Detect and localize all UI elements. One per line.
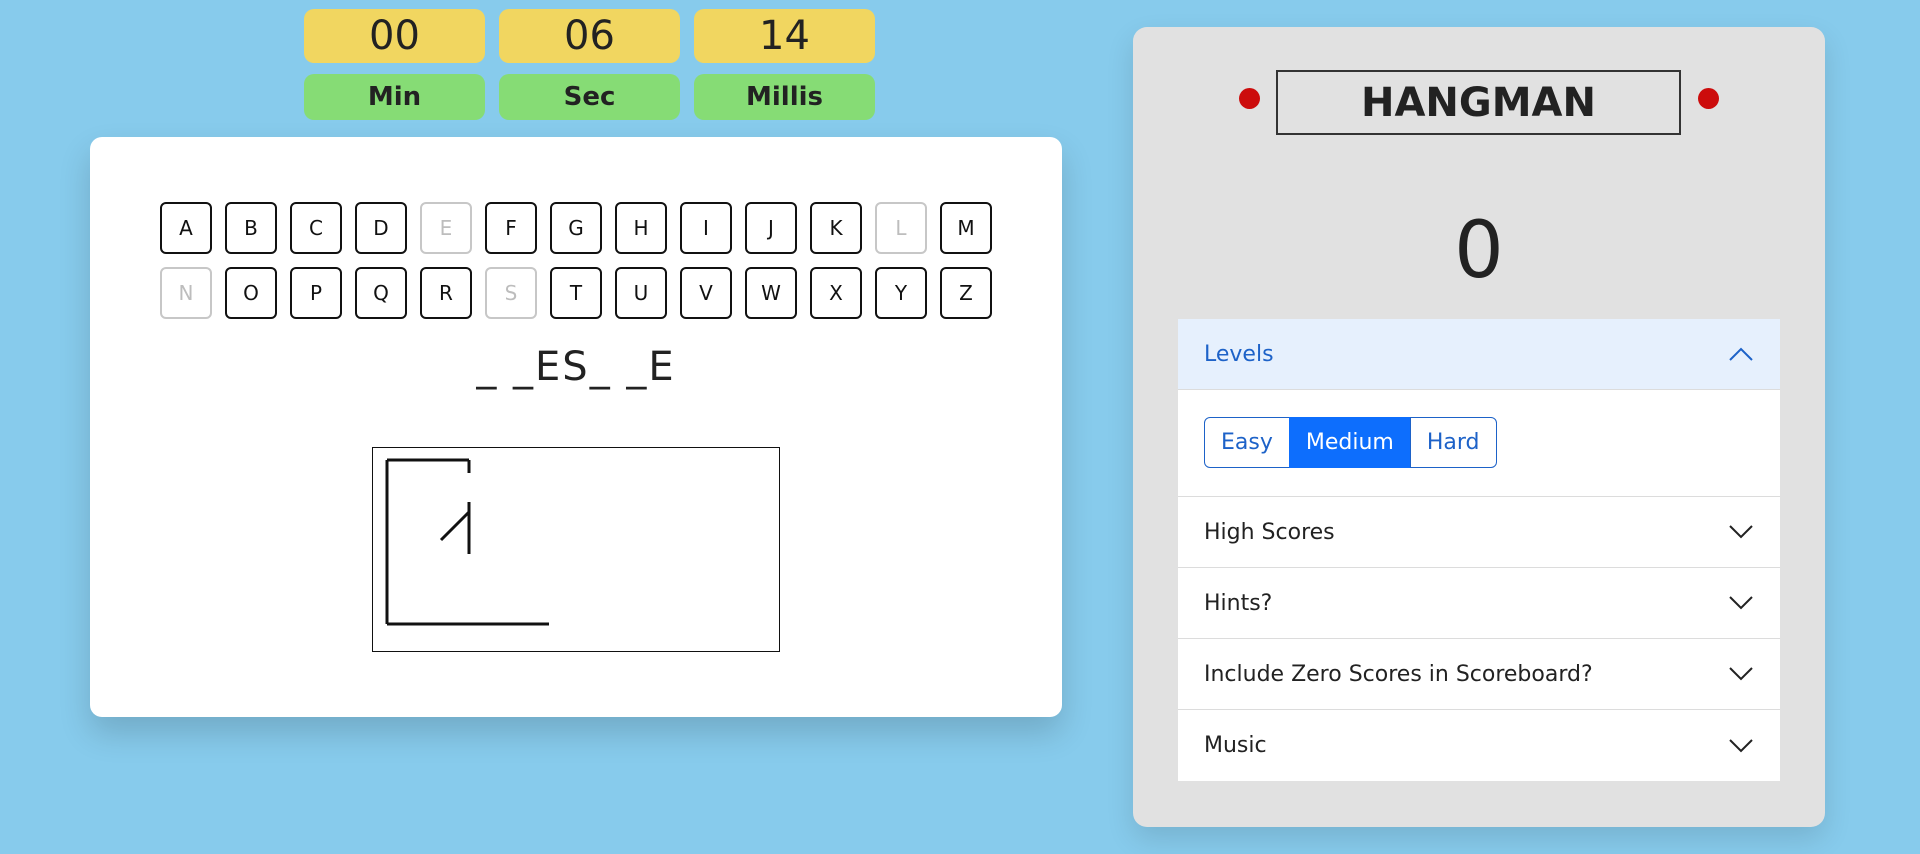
zero-scores-header[interactable]: Include Zero Scores in Scoreboard? [1178,639,1780,710]
key-o[interactable]: O [225,267,277,319]
timer: 00 Min 06 Sec 14 Millis [304,9,875,120]
letter-keyboard: ABCDEFGHIJKLM NOPQRSTUVWXYZ [160,202,992,319]
key-e[interactable]: E [420,202,472,254]
key-f[interactable]: F [485,202,537,254]
music-label: Music [1204,733,1267,758]
high-scores-header[interactable]: High Scores [1178,497,1780,568]
key-s[interactable]: S [485,267,537,319]
level-hard-button[interactable]: Hard [1409,417,1497,468]
key-n[interactable]: N [160,267,212,319]
key-u[interactable]: U [615,267,667,319]
timer-minutes-label: Min [304,74,485,120]
key-y[interactable]: Y [875,267,927,319]
key-v[interactable]: V [680,267,732,319]
chevron-down-icon [1729,596,1753,610]
timer-seconds: 06 Sec [499,9,680,120]
timer-minutes-value: 00 [304,9,485,63]
key-d[interactable]: D [355,202,407,254]
key-w[interactable]: W [745,267,797,319]
chevron-down-icon [1729,667,1753,681]
timer-millis-value: 14 [694,9,875,63]
key-c[interactable]: C [290,202,342,254]
hangman-arm [439,510,471,542]
levels-label: Levels [1204,341,1274,367]
key-l[interactable]: L [875,202,927,254]
level-button-group: Easy Medium Hard [1204,417,1497,468]
game-card: ABCDEFGHIJKLM NOPQRSTUVWXYZ _ _ES_ _E [90,137,1062,717]
game-title: HANGMAN [1276,70,1681,135]
page: 00 Min 06 Sec 14 Millis ABCDEFGHIJKLM NOP… [0,0,1920,854]
timer-seconds-label: Sec [499,74,680,120]
timer-millis-label: Millis [694,74,875,120]
key-r[interactable]: R [420,267,472,319]
levels-panel: Easy Medium Hard [1178,390,1780,497]
key-b[interactable]: B [225,202,277,254]
key-m[interactable]: M [940,202,992,254]
gallows-svg [385,458,549,626]
level-easy-button[interactable]: Easy [1204,417,1290,468]
key-h[interactable]: H [615,202,667,254]
key-q[interactable]: Q [355,267,407,319]
indicator-light-right [1698,88,1719,109]
settings-accordion: Levels Easy Medium Hard High Scores Hint… [1178,319,1780,781]
music-header[interactable]: Music [1178,710,1780,781]
key-g[interactable]: G [550,202,602,254]
key-k[interactable]: K [810,202,862,254]
hints-header[interactable]: Hints? [1178,568,1780,639]
level-medium-button[interactable]: Medium [1288,417,1411,468]
score-value: 0 [1454,206,1504,296]
zero-scores-label: Include Zero Scores in Scoreboard? [1204,661,1593,687]
indicator-light-left [1239,88,1260,109]
timer-millis: 14 Millis [694,9,875,120]
hints-label: Hints? [1204,590,1273,616]
chevron-up-icon [1729,347,1753,361]
key-j[interactable]: J [745,202,797,254]
key-t[interactable]: T [550,267,602,319]
key-a[interactable]: A [160,202,212,254]
score-panel: HANGMAN 0 Levels Easy Medium Hard High S… [1133,27,1825,827]
key-p[interactable]: P [290,267,342,319]
hidden-word: _ _ES_ _E [476,344,676,390]
levels-header[interactable]: Levels [1178,319,1780,390]
key-i[interactable]: I [680,202,732,254]
hangman-drawing [372,447,780,652]
timer-seconds-value: 06 [499,9,680,63]
timer-minutes: 00 Min [304,9,485,120]
chevron-down-icon [1729,738,1753,752]
high-scores-label: High Scores [1204,519,1335,545]
key-x[interactable]: X [810,267,862,319]
chevron-down-icon [1729,525,1753,539]
key-z[interactable]: Z [940,267,992,319]
